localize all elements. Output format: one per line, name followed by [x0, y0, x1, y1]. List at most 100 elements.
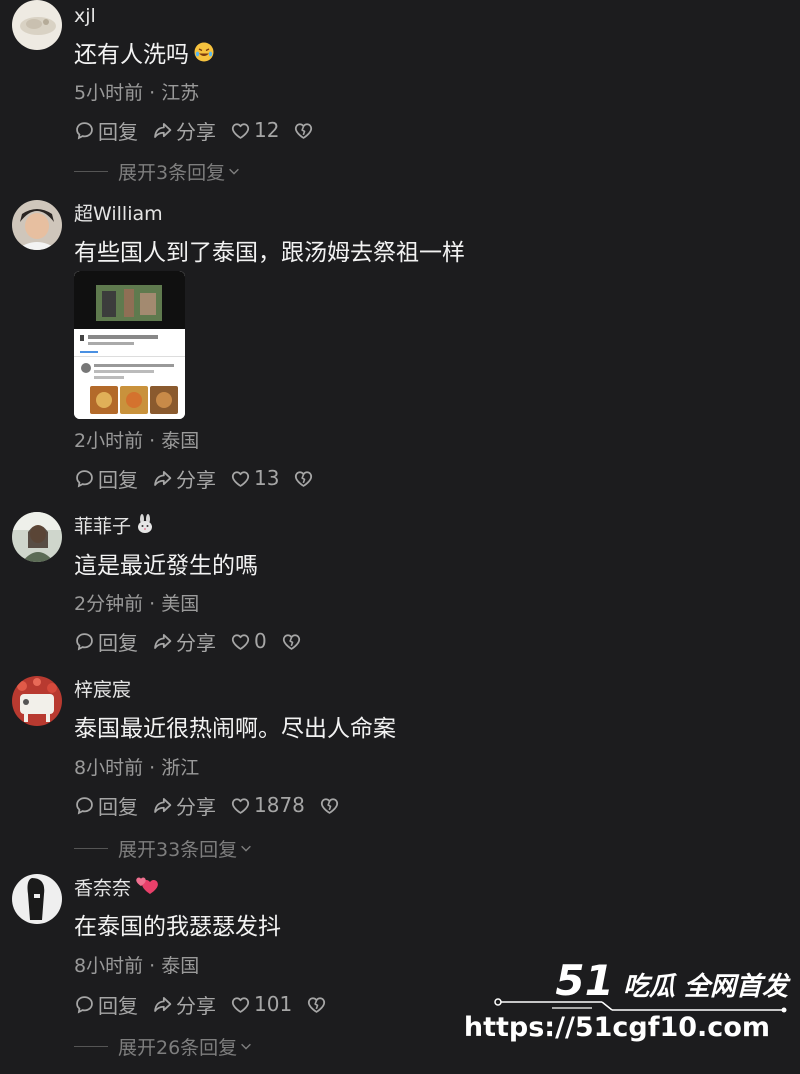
meta-separator: ·	[149, 82, 156, 104]
avatar[interactable]	[12, 512, 62, 562]
comment-location: 泰国	[161, 955, 200, 977]
two-hearts-emoji-icon	[135, 876, 159, 902]
reply-button[interactable]: 回复	[74, 791, 138, 820]
watermark: 51 吃瓜 全网首发 https://51cgf10.com	[464, 954, 792, 1066]
reply-label: 回复	[98, 119, 138, 144]
dislike-button[interactable]	[293, 468, 314, 489]
share-button[interactable]: 分享	[152, 627, 216, 656]
comment-meta: 2分钟前 · 美国	[74, 592, 199, 616]
share-button[interactable]: 分享	[152, 791, 216, 820]
comment-location: 美国	[161, 593, 200, 615]
speech-bubble-icon	[74, 631, 95, 652]
dislike-button[interactable]	[306, 994, 327, 1015]
expand-replies-label: 展开3条回复	[118, 161, 226, 184]
comment-time: 8小时前	[74, 757, 144, 779]
like-count: 13	[254, 466, 280, 490]
expand-replies-button[interactable]: 展开33条回复	[74, 836, 253, 861]
speech-bubble-icon	[74, 120, 95, 141]
broken-heart-icon	[319, 795, 340, 816]
like-count: 101	[254, 992, 293, 1016]
dislike-button[interactable]	[281, 631, 302, 652]
dislike-button[interactable]	[319, 795, 340, 816]
share-label: 分享	[176, 794, 216, 819]
reply-label: 回复	[98, 630, 138, 655]
comment-text: 在泰国的我瑟瑟发抖	[74, 914, 281, 940]
share-label: 分享	[176, 119, 216, 144]
avatar[interactable]	[12, 874, 62, 924]
share-arrow-icon	[152, 994, 173, 1015]
meta-separator: ·	[149, 757, 156, 779]
like-button[interactable]: 101	[230, 992, 292, 1016]
reply-label: 回复	[98, 467, 138, 492]
share-arrow-icon	[152, 631, 173, 652]
avatar[interactable]	[12, 0, 62, 50]
like-button[interactable]: 13	[230, 466, 279, 490]
share-label: 分享	[176, 993, 216, 1018]
dislike-button[interactable]	[293, 120, 314, 141]
broken-heart-icon	[306, 994, 327, 1015]
comment-image[interactable]	[74, 271, 185, 419]
share-arrow-icon	[152, 468, 173, 489]
comment-time: 2分钟前	[74, 593, 144, 615]
comment-actions: 回复 分享 12	[74, 116, 328, 145]
like-button[interactable]: 1878	[230, 793, 305, 817]
reply-label: 回复	[98, 794, 138, 819]
share-button[interactable]: 分享	[152, 464, 216, 493]
comment-text-content: 还有人洗吗	[74, 42, 189, 68]
heart-outline-icon	[230, 994, 251, 1015]
broken-heart-icon	[281, 631, 302, 652]
reply-button[interactable]: 回复	[74, 464, 138, 493]
share-arrow-icon	[152, 795, 173, 816]
comment-list: xjl 还有人洗吗 5小时前 · 江苏 回复 分享 12 展开3条回复 超Wil…	[0, 0, 800, 1074]
share-button[interactable]: 分享	[152, 990, 216, 1019]
divider	[74, 1045, 108, 1047]
heart-outline-icon	[230, 631, 251, 652]
speech-bubble-icon	[74, 468, 95, 489]
reply-button[interactable]: 回复	[74, 990, 138, 1019]
expand-replies-label: 展开33条回复	[118, 838, 238, 861]
comment-time: 5小时前	[74, 82, 144, 104]
comment-text: 还有人洗吗	[74, 40, 215, 71]
expand-replies-button[interactable]: 展开3条回复	[74, 159, 241, 184]
broken-heart-icon	[293, 468, 314, 489]
reply-button[interactable]: 回复	[74, 627, 138, 656]
comment-username-text: 香奈奈	[74, 877, 132, 900]
speech-bubble-icon	[74, 994, 95, 1015]
comment-username[interactable]: xjl	[74, 4, 96, 28]
meta-separator: ·	[149, 593, 156, 615]
chevron-down-icon	[239, 1039, 253, 1053]
expand-replies-label: 展开26条回复	[118, 1036, 238, 1059]
comment-username[interactable]: 香奈奈	[74, 876, 159, 902]
like-button[interactable]: 0	[230, 629, 267, 653]
chevron-down-icon	[227, 164, 241, 178]
comment-username-text: 菲菲子	[74, 515, 132, 538]
laughing-crying-emoji-icon	[193, 41, 215, 71]
broken-heart-icon	[293, 120, 314, 141]
heart-outline-icon	[230, 795, 251, 816]
comment-time: 2小时前	[74, 430, 144, 452]
avatar[interactable]	[12, 200, 62, 250]
comment-actions: 回复 分享 1878	[74, 791, 354, 820]
comment-location: 江苏	[161, 82, 200, 104]
comment-actions: 回复 分享 0	[74, 627, 316, 656]
reply-label: 回复	[98, 993, 138, 1018]
meta-separator: ·	[149, 955, 156, 977]
like-count: 12	[254, 118, 280, 142]
avatar[interactable]	[12, 676, 62, 726]
comment-username[interactable]: 梓宸宸	[74, 678, 131, 702]
comment-username[interactable]: 超William	[74, 202, 163, 226]
comment-username[interactable]: 菲菲子	[74, 514, 155, 540]
comment-location: 泰国	[161, 430, 200, 452]
like-count: 1878	[254, 793, 305, 817]
comment-meta: 5小时前 · 江苏	[74, 81, 199, 105]
share-arrow-icon	[152, 120, 173, 141]
reply-button[interactable]: 回复	[74, 116, 138, 145]
divider	[74, 170, 108, 172]
like-button[interactable]: 12	[230, 118, 279, 142]
like-count: 0	[254, 629, 267, 653]
expand-replies-button[interactable]: 展开26条回复	[74, 1034, 253, 1059]
heart-outline-icon	[230, 468, 251, 489]
share-button[interactable]: 分享	[152, 116, 216, 145]
watermark-url: https://51cgf10.com	[463, 1012, 770, 1043]
share-label: 分享	[176, 467, 216, 492]
